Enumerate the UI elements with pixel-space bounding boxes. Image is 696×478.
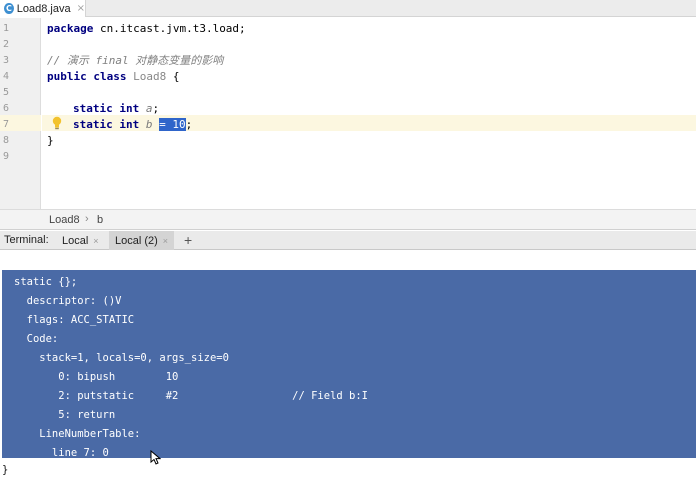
terminal-line: } [2, 464, 9, 476]
breadcrumb: Load8 › b [0, 209, 696, 230]
terminal-line: flags: ACC_STATIC [14, 314, 135, 326]
terminal-tab-local[interactable]: Local × [56, 231, 105, 250]
terminal-line: descriptor: ()V [14, 295, 122, 307]
terminal-line: line 7: 0 [14, 447, 109, 459]
code-text: { [166, 70, 180, 83]
editor-tab-bar: C Load8.java × [0, 0, 696, 17]
breadcrumb-member[interactable]: b [97, 214, 103, 226]
code-line: } [47, 133, 54, 149]
chevron-right-icon: › [85, 213, 89, 225]
terminal-line: stack=1, locals=0, args_size=0 [14, 352, 229, 364]
code-line: static int b = 10; [73, 117, 192, 133]
code-line: static int a; [73, 101, 159, 117]
code-line: public class Load8 { [47, 69, 179, 85]
lightbulb-icon[interactable] [52, 116, 62, 130]
mouse-cursor-icon [150, 450, 161, 465]
code-text: ; [185, 118, 193, 131]
line-number: 6 [3, 103, 10, 114]
comment: // 演示 final 对静态变量的影响 [47, 54, 224, 67]
code-editor[interactable]: 1 2 3 4 5 6 7 8 9 package cn.itcast.jvm.… [0, 18, 696, 209]
line-number: 7 [3, 119, 10, 130]
terminal-tab-local-2[interactable]: Local (2) × [109, 231, 175, 250]
terminal-title: Terminal: [4, 234, 49, 246]
code-line: // 演示 final 对静态变量的影响 [47, 53, 223, 69]
editor-tab-load8[interactable]: C Load8.java × [0, 0, 86, 17]
field-name: b [145, 118, 153, 131]
terminal-line: 0: bipush 10 [14, 371, 179, 383]
line-number: 1 [3, 23, 10, 34]
line-number: 3 [3, 55, 10, 66]
close-icon[interactable]: × [163, 236, 168, 246]
terminal-tab-label: Local [62, 234, 89, 247]
code-text: ; [152, 102, 160, 115]
close-icon[interactable]: × [93, 236, 98, 246]
terminal-line: 5: return [14, 409, 116, 421]
selected-text: = 10 [159, 118, 186, 131]
line-number: 5 [3, 87, 10, 98]
terminal-tab-bar: Terminal: Local × Local (2) × + [0, 231, 696, 250]
line-number: 4 [3, 71, 10, 82]
terminal-line: LineNumberTable: [14, 428, 141, 440]
keyword: package [47, 22, 94, 35]
editor-tab-label: Load8.java [16, 2, 71, 15]
line-number: 9 [3, 151, 10, 162]
line-number: 8 [3, 135, 10, 146]
add-terminal-icon[interactable]: + [184, 231, 192, 250]
terminal-line: static {}; [14, 276, 78, 288]
keyword: static int [73, 102, 140, 115]
terminal-output[interactable]: static {}; descriptor: ()V flags: ACC_ST… [0, 251, 696, 478]
breadcrumb-class[interactable]: Load8 [49, 214, 80, 226]
java-class-icon: C [4, 3, 14, 14]
code-text: cn.itcast.jvm.t3.load; [93, 22, 246, 35]
close-icon[interactable]: × [77, 3, 85, 14]
keyword: public class [47, 70, 127, 83]
code-line: package cn.itcast.jvm.t3.load; [47, 21, 246, 37]
terminal-line: Code: [14, 333, 59, 345]
code-text: } [47, 134, 54, 147]
line-number: 2 [3, 39, 10, 50]
keyword: static int [73, 118, 140, 131]
terminal-tab-label: Local (2) [115, 234, 158, 247]
class-name: Load8 [133, 70, 167, 83]
terminal-line: 2: putstatic #2 // Field b:I [14, 390, 369, 402]
